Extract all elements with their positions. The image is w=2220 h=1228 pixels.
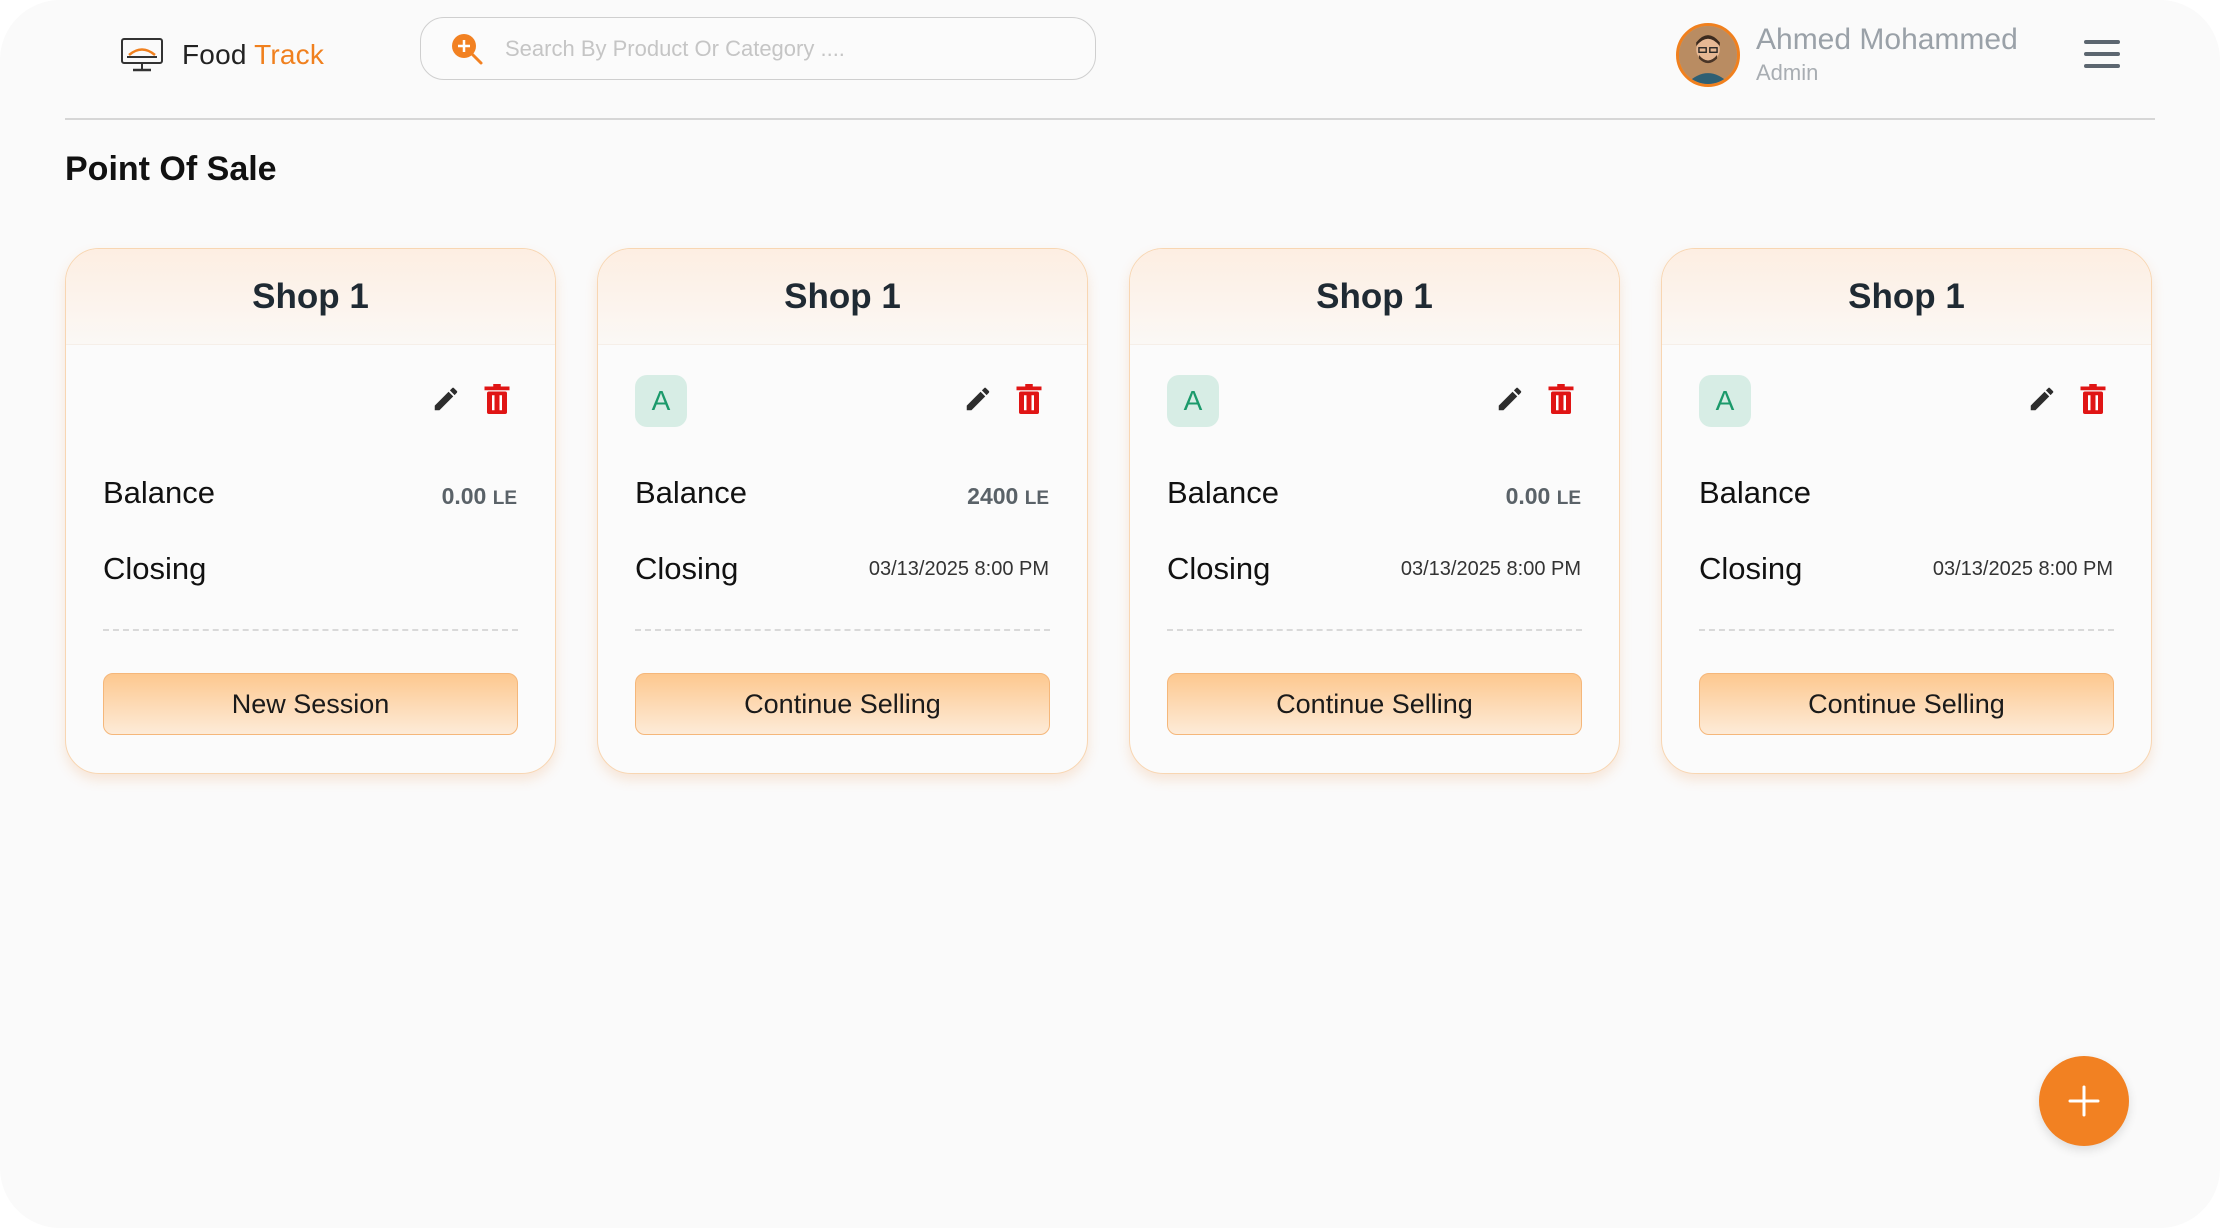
trash-icon[interactable] bbox=[1548, 384, 1574, 414]
divider bbox=[635, 629, 1050, 631]
app-name: Food Track bbox=[182, 39, 325, 70]
shop-card: Shop 1 A Balance 2400 LE Closing 03/13/2… bbox=[597, 248, 1088, 774]
page-title: Point Of Sale bbox=[65, 150, 277, 188]
continue-selling-button[interactable]: Continue Selling bbox=[635, 673, 1050, 735]
hamburger-icon[interactable] bbox=[2084, 40, 2120, 68]
shop-title: Shop 1 bbox=[252, 276, 369, 316]
trash-icon[interactable] bbox=[484, 384, 510, 414]
shop-card-header: Shop 1 bbox=[1130, 249, 1619, 345]
user-name: Ahmed Mohammed bbox=[1756, 23, 2018, 56]
trash-icon[interactable] bbox=[2080, 384, 2106, 414]
pencil-icon[interactable] bbox=[2027, 384, 2057, 414]
balance-label: Balance bbox=[103, 475, 216, 510]
search-icon bbox=[452, 33, 483, 64]
continue-selling-button[interactable]: Continue Selling bbox=[1167, 673, 1582, 735]
pencil-icon[interactable] bbox=[1495, 384, 1525, 414]
pencil-icon[interactable] bbox=[963, 384, 993, 414]
closing-label: Closing bbox=[1699, 551, 1803, 586]
add-shop-button[interactable] bbox=[2039, 1056, 2129, 1146]
user-info: Ahmed Mohammed Admin bbox=[1756, 22, 2018, 88]
closing-value: 03/13/2025 8:00 PM bbox=[868, 558, 1049, 580]
shop-badge: A bbox=[1167, 375, 1219, 427]
divider bbox=[1167, 629, 1582, 631]
shop-card: Shop 1 A Balance Closing 03/13/2025 8:00… bbox=[1661, 248, 2152, 774]
app-logo[interactable]: Food Track bbox=[120, 36, 324, 74]
user-avatar-icon bbox=[1679, 26, 1737, 84]
closing-value: 03/13/2025 8:00 PM bbox=[1400, 558, 1581, 580]
new-session-button[interactable]: New Session bbox=[103, 673, 518, 735]
user-role: Admin bbox=[1756, 60, 1819, 85]
continue-selling-button[interactable]: Continue Selling bbox=[1699, 673, 2114, 735]
shop-badge: A bbox=[1699, 375, 1751, 427]
search-bar[interactable] bbox=[420, 17, 1096, 80]
shop-card-header: Shop 1 bbox=[598, 249, 1087, 345]
balance-label: Balance bbox=[1699, 475, 1812, 510]
avatar[interactable] bbox=[1676, 23, 1740, 87]
shop-badge: A bbox=[635, 375, 687, 427]
divider bbox=[1699, 629, 2114, 631]
balance-value: 0.00 LE bbox=[441, 483, 517, 509]
shop-card-header: Shop 1 bbox=[66, 249, 555, 345]
shop-title: Shop 1 bbox=[1316, 276, 1433, 316]
shop-title: Shop 1 bbox=[784, 276, 901, 316]
balance-label: Balance bbox=[635, 475, 748, 510]
pos-app: Food Track Ahmed Mohammed Admin bbox=[0, 0, 2220, 1228]
header-divider bbox=[65, 118, 2155, 120]
balance-label: Balance bbox=[1167, 475, 1280, 510]
pencil-icon[interactable] bbox=[431, 384, 461, 414]
closing-label: Closing bbox=[1167, 551, 1271, 586]
shop-card: Shop 1 Balance 0.00 LE Closing New Sessi… bbox=[65, 248, 556, 774]
user-profile[interactable]: Ahmed Mohammed Admin bbox=[1676, 22, 2018, 88]
plus-icon bbox=[2068, 1085, 2100, 1117]
search-input[interactable] bbox=[505, 35, 1065, 62]
closing-label: Closing bbox=[103, 551, 207, 586]
monitor-food-icon bbox=[121, 38, 163, 72]
closing-label: Closing bbox=[635, 551, 739, 586]
balance-value: 2400 LE bbox=[967, 483, 1049, 509]
closing-value: 03/13/2025 8:00 PM bbox=[1932, 558, 2113, 580]
trash-icon[interactable] bbox=[1016, 384, 1042, 414]
shop-title: Shop 1 bbox=[1848, 276, 1965, 316]
shop-card: Shop 1 A Balance 0.00 LE Closing 03/13/2… bbox=[1129, 248, 1620, 774]
balance-value: 0.00 LE bbox=[1505, 483, 1581, 509]
shop-card-header: Shop 1 bbox=[1662, 249, 2151, 345]
divider bbox=[103, 629, 518, 631]
